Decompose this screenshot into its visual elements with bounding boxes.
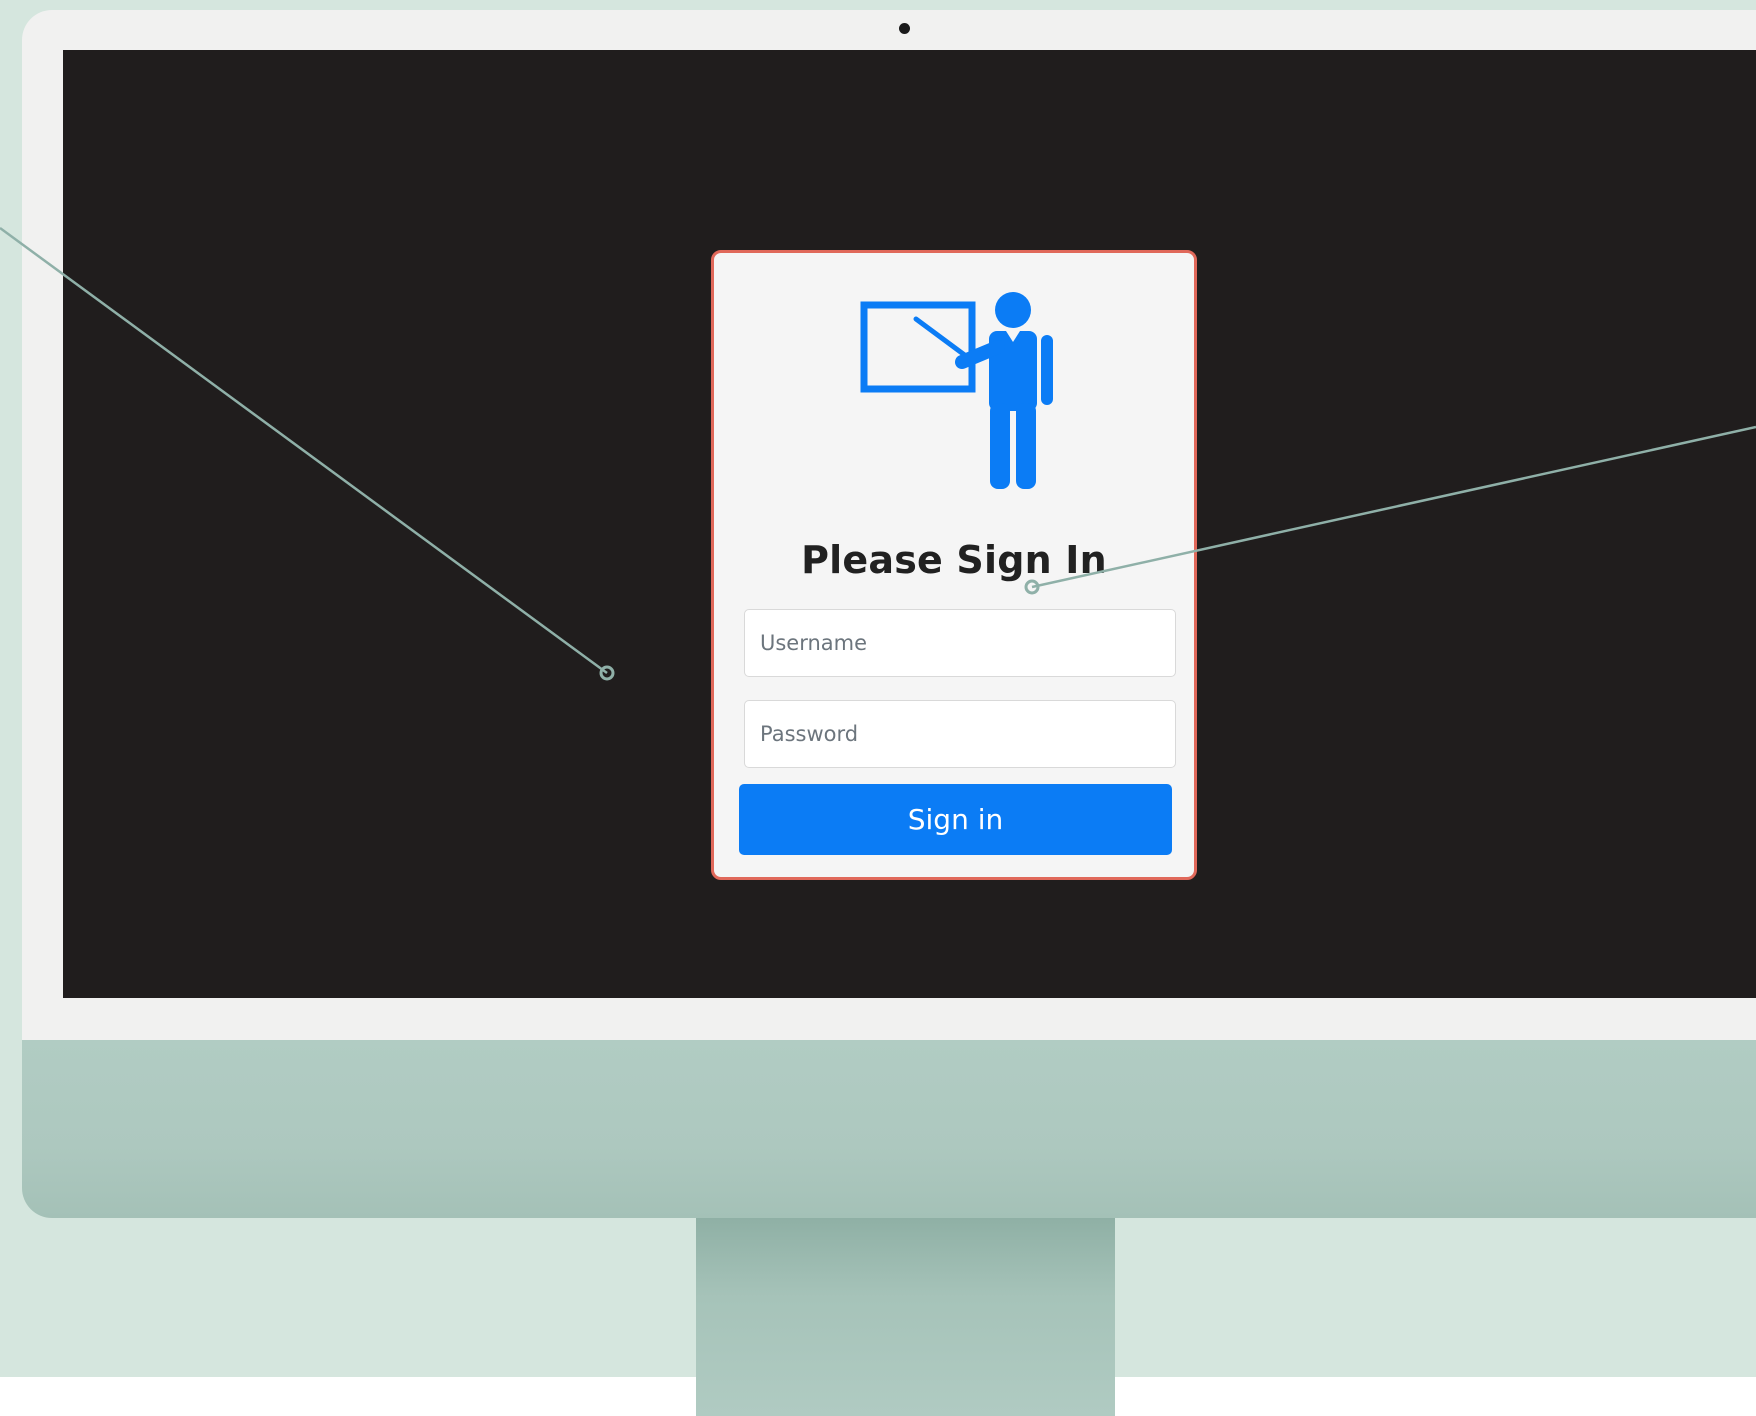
camera-dot [899, 23, 910, 34]
password-input[interactable] [744, 700, 1176, 768]
teacher-presentation-icon [860, 292, 1053, 489]
monitor-chin [22, 1040, 1756, 1218]
login-card: Please Sign In Sign in [711, 250, 1197, 880]
monitor-stand [696, 1218, 1115, 1416]
sign-in-button[interactable]: Sign in [739, 784, 1172, 855]
page-title: Please Sign In [801, 538, 1107, 582]
username-input[interactable] [744, 609, 1176, 677]
monitor-screen: Please Sign In Sign in [63, 50, 1756, 998]
